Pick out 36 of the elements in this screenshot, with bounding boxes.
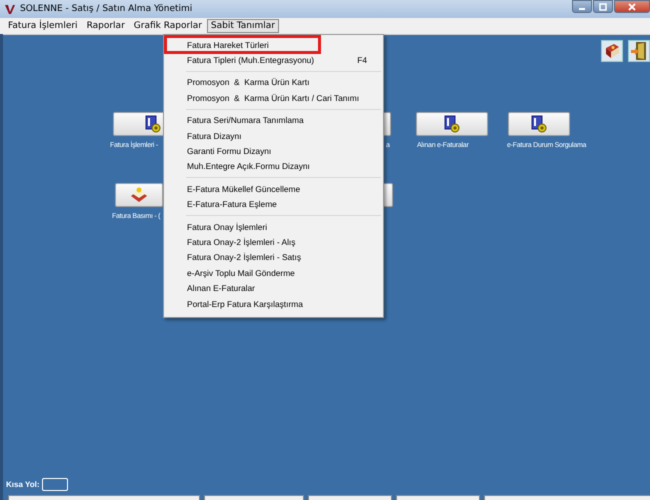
maximize-button[interactable] [593, 0, 613, 13]
menu-option[interactable]: Fatura Hareket Türleri [166, 37, 319, 52]
menu-option[interactable]: Portal-Erp Fatura Karşılaştırma [166, 296, 381, 312]
menu-item[interactable]: Sabit Tanımlar [206, 19, 279, 33]
menu-option[interactable]: Muh.Entegre Açık.Formu Dizaynı [166, 158, 381, 174]
minimize-button[interactable] [572, 0, 592, 13]
close-button[interactable] [614, 0, 650, 13]
shortcut-input-field[interactable] [42, 478, 68, 491]
menu-option[interactable]: Fatura Seri/Numara Tanımlama [166, 112, 381, 128]
window-title: SOLENNE - Satış / Satın Alma Yönetimi [20, 4, 192, 14]
document-gear-icon [530, 115, 548, 133]
menu-option[interactable]: Fatura Dizaynı [166, 128, 381, 144]
menu-option[interactable]: E-Fatura Mükellef Güncelleme [166, 181, 381, 197]
shortcut-button[interactable] [416, 112, 488, 136]
menu-option[interactable]: Promosyon & Karma Ürün Kartı [166, 74, 381, 90]
app-logo-icon [4, 3, 16, 15]
shortcut-button[interactable] [508, 112, 570, 136]
menu-option[interactable]: Alınan E-Faturalar [166, 280, 381, 296]
menu-option[interactable]: Fatura Onay-2 İşlemleri - Alış [166, 234, 381, 250]
maximize-icon [599, 2, 607, 10]
shortcut-field-label: Kısa Yol: [6, 480, 40, 489]
gift-box-icon [129, 186, 149, 204]
exit-door-icon[interactable] [628, 40, 650, 62]
menu-item[interactable]: Grafik Raporlar [130, 19, 206, 33]
menu-option[interactable]: Fatura Tipleri (Muh.Entegrasyonu) F4 [166, 52, 381, 68]
close-icon [628, 2, 636, 10]
menu-item[interactable]: Fatura İşlemleri [4, 19, 82, 33]
menu-option[interactable]: e-Arşiv Toplu Mail Gönderme [166, 265, 381, 280]
menu-option[interactable]: Garanti Formu Dizaynı [166, 143, 381, 159]
menu-option[interactable]: Fatura Onay-2 İşlemleri - Satış [166, 250, 381, 266]
menu-option[interactable]: Promosyon & Karma Ürün Kartı / Cari Tanımı [166, 90, 381, 106]
menu-item[interactable]: Raporlar [82, 19, 129, 33]
document-gear-icon [443, 115, 461, 133]
menu-option[interactable]: Fatura Onay İşlemleri [166, 218, 381, 234]
menu-option[interactable]: E-Fatura-Fatura Eşleme [166, 196, 381, 212]
document-gear-icon [144, 115, 162, 133]
